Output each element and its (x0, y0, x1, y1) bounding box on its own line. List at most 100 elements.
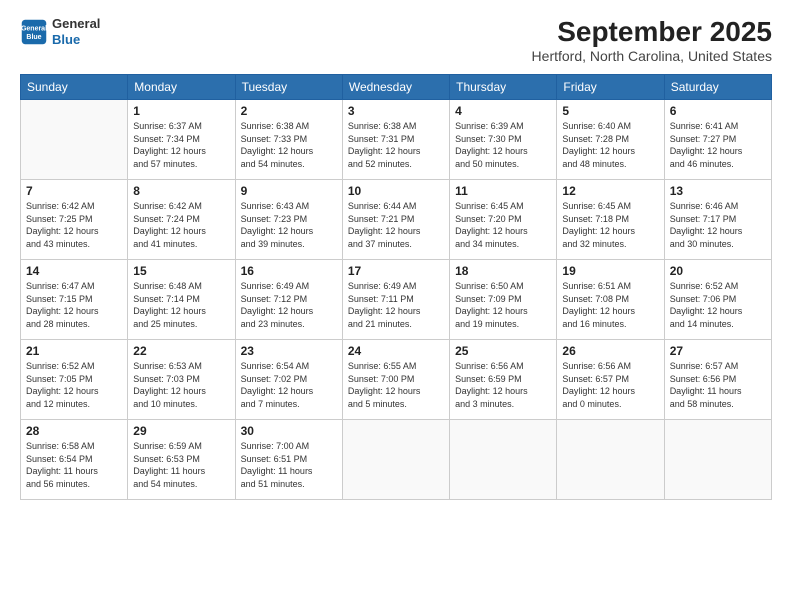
svg-text:General: General (21, 25, 47, 32)
day-number: 4 (455, 104, 551, 118)
calendar-cell: 27 Sunrise: 6:57 AMSunset: 6:56 PMDayligh… (664, 340, 771, 420)
day-number: 25 (455, 344, 551, 358)
month-title: September 2025 (532, 16, 772, 48)
cell-content: Sunrise: 6:46 AMSunset: 7:17 PMDaylight:… (670, 200, 766, 250)
logo-text: General Blue (52, 16, 100, 47)
day-number: 12 (562, 184, 658, 198)
day-number: 16 (241, 264, 337, 278)
cell-content: Sunrise: 6:52 AMSunset: 7:06 PMDaylight:… (670, 280, 766, 330)
logo-line1: General (52, 16, 100, 32)
day-number: 21 (26, 344, 122, 358)
cell-content: Sunrise: 6:57 AMSunset: 6:56 PMDaylight:… (670, 360, 766, 410)
logo: General Blue General Blue (20, 16, 100, 47)
day-number: 1 (133, 104, 229, 118)
cell-content: Sunrise: 6:38 AMSunset: 7:31 PMDaylight:… (348, 120, 444, 170)
cell-content: Sunrise: 6:42 AMSunset: 7:25 PMDaylight:… (26, 200, 122, 250)
title-block: September 2025 Hertford, North Carolina,… (532, 16, 772, 64)
calendar-cell: 22 Sunrise: 6:53 AMSunset: 7:03 PMDayligh… (128, 340, 235, 420)
calendar-cell: 4 Sunrise: 6:39 AMSunset: 7:30 PMDaylight… (450, 100, 557, 180)
calendar-cell: 17Sunrise: 6:49 AMSunset: 7:11 PMDayligh… (342, 260, 449, 340)
day-number: 10 (348, 184, 444, 198)
calendar-week-5: 28 Sunrise: 6:58 AMSunset: 6:54 PMDayligh… (21, 420, 772, 500)
calendar-cell: 19Sunrise: 6:51 AMSunset: 7:08 PMDayligh… (557, 260, 664, 340)
cell-content: Sunrise: 6:59 AMSunset: 6:53 PMDaylight:… (133, 440, 229, 490)
col-thursday: Thursday (450, 75, 557, 100)
calendar-cell (557, 420, 664, 500)
col-monday: Monday (128, 75, 235, 100)
cell-content: Sunrise: 6:47 AMSunset: 7:15 PMDaylight:… (26, 280, 122, 330)
day-number: 5 (562, 104, 658, 118)
day-number: 18 (455, 264, 551, 278)
col-sunday: Sunday (21, 75, 128, 100)
header-row: General Blue General Blue September 2025… (20, 16, 772, 64)
cell-content: Sunrise: 6:55 AMSunset: 7:00 PMDaylight:… (348, 360, 444, 410)
day-number: 2 (241, 104, 337, 118)
calendar-cell: 6 Sunrise: 6:41 AMSunset: 7:27 PMDaylight… (664, 100, 771, 180)
cell-content: Sunrise: 6:41 AMSunset: 7:27 PMDaylight:… (670, 120, 766, 170)
page: General Blue General Blue September 2025… (0, 0, 792, 612)
cell-content: Sunrise: 6:56 AMSunset: 6:59 PMDaylight:… (455, 360, 551, 410)
calendar-cell: 9Sunrise: 6:43 AMSunset: 7:23 PMDaylight… (235, 180, 342, 260)
calendar-cell: 15Sunrise: 6:48 AMSunset: 7:14 PMDayligh… (128, 260, 235, 340)
calendar-cell: 21Sunrise: 6:52 AMSunset: 7:05 PMDayligh… (21, 340, 128, 420)
calendar-cell (450, 420, 557, 500)
cell-content: Sunrise: 6:48 AMSunset: 7:14 PMDaylight:… (133, 280, 229, 330)
calendar-cell (664, 420, 771, 500)
day-number: 27 (670, 344, 766, 358)
day-number: 11 (455, 184, 551, 198)
cell-content: Sunrise: 6:49 AMSunset: 7:12 PMDaylight:… (241, 280, 337, 330)
cell-content: Sunrise: 6:45 AMSunset: 7:18 PMDaylight:… (562, 200, 658, 250)
calendar-cell: 14 Sunrise: 6:47 AMSunset: 7:15 PMDayligh… (21, 260, 128, 340)
cell-content: Sunrise: 6:51 AMSunset: 7:08 PMDaylight:… (562, 280, 658, 330)
calendar-cell: 10 Sunrise: 6:44 AMSunset: 7:21 PMDayligh… (342, 180, 449, 260)
day-number: 20 (670, 264, 766, 278)
cell-content: Sunrise: 6:49 AMSunset: 7:11 PMDaylight:… (348, 280, 444, 330)
day-number: 30 (241, 424, 337, 438)
calendar-cell: 28 Sunrise: 6:58 AMSunset: 6:54 PMDayligh… (21, 420, 128, 500)
day-number: 24 (348, 344, 444, 358)
calendar-cell: 13Sunrise: 6:46 AMSunset: 7:17 PMDayligh… (664, 180, 771, 260)
calendar-cell: 25 Sunrise: 6:56 AMSunset: 6:59 PMDayligh… (450, 340, 557, 420)
cell-content: Sunrise: 6:58 AMSunset: 6:54 PMDaylight:… (26, 440, 122, 490)
calendar-cell: 8Sunrise: 6:42 AMSunset: 7:24 PMDaylight… (128, 180, 235, 260)
day-number: 22 (133, 344, 229, 358)
cell-content: Sunrise: 6:44 AMSunset: 7:21 PMDaylight:… (348, 200, 444, 250)
cell-content: Sunrise: 6:39 AMSunset: 7:30 PMDaylight:… (455, 120, 551, 170)
col-saturday: Saturday (664, 75, 771, 100)
cell-content: Sunrise: 6:42 AMSunset: 7:24 PMDaylight:… (133, 200, 229, 250)
calendar-week-1: 1 Sunrise: 6:37 AMSunset: 7:34 PMDaylight… (21, 100, 772, 180)
calendar-cell (21, 100, 128, 180)
calendar-header-row: Sunday Monday Tuesday Wednesday Thursday… (21, 75, 772, 100)
calendar-cell: 30 Sunrise: 7:00 AMSunset: 6:51 PMDayligh… (235, 420, 342, 500)
calendar-cell: 3 Sunrise: 6:38 AMSunset: 7:31 PMDaylight… (342, 100, 449, 180)
col-wednesday: Wednesday (342, 75, 449, 100)
cell-content: Sunrise: 6:37 AMSunset: 7:34 PMDaylight:… (133, 120, 229, 170)
cell-content: Sunrise: 7:00 AMSunset: 6:51 PMDaylight:… (241, 440, 337, 490)
calendar-cell: 16 Sunrise: 6:49 AMSunset: 7:12 PMDayligh… (235, 260, 342, 340)
calendar-cell: 1 Sunrise: 6:37 AMSunset: 7:34 PMDaylight… (128, 100, 235, 180)
calendar-cell: 23Sunrise: 6:54 AMSunset: 7:02 PMDayligh… (235, 340, 342, 420)
day-number: 23 (241, 344, 337, 358)
calendar-week-3: 14 Sunrise: 6:47 AMSunset: 7:15 PMDayligh… (21, 260, 772, 340)
location-title: Hertford, North Carolina, United States (532, 48, 772, 64)
calendar-cell (342, 420, 449, 500)
day-number: 3 (348, 104, 444, 118)
cell-content: Sunrise: 6:43 AMSunset: 7:23 PMDaylight:… (241, 200, 337, 250)
cell-content: Sunrise: 6:45 AMSunset: 7:20 PMDaylight:… (455, 200, 551, 250)
calendar-cell: 26Sunrise: 6:56 AMSunset: 6:57 PMDayligh… (557, 340, 664, 420)
day-number: 29 (133, 424, 229, 438)
calendar-cell: 2Sunrise: 6:38 AMSunset: 7:33 PMDaylight… (235, 100, 342, 180)
day-number: 14 (26, 264, 122, 278)
calendar-cell: 29 Sunrise: 6:59 AMSunset: 6:53 PMDayligh… (128, 420, 235, 500)
day-number: 28 (26, 424, 122, 438)
cell-content: Sunrise: 6:53 AMSunset: 7:03 PMDaylight:… (133, 360, 229, 410)
day-number: 26 (562, 344, 658, 358)
svg-text:Blue: Blue (26, 34, 41, 41)
col-friday: Friday (557, 75, 664, 100)
cell-content: Sunrise: 6:50 AMSunset: 7:09 PMDaylight:… (455, 280, 551, 330)
calendar-week-2: 7 Sunrise: 6:42 AMSunset: 7:25 PMDaylight… (21, 180, 772, 260)
calendar-cell: 20 Sunrise: 6:52 AMSunset: 7:06 PMDayligh… (664, 260, 771, 340)
calendar-cell: 12 Sunrise: 6:45 AMSunset: 7:18 PMDayligh… (557, 180, 664, 260)
day-number: 7 (26, 184, 122, 198)
day-number: 6 (670, 104, 766, 118)
